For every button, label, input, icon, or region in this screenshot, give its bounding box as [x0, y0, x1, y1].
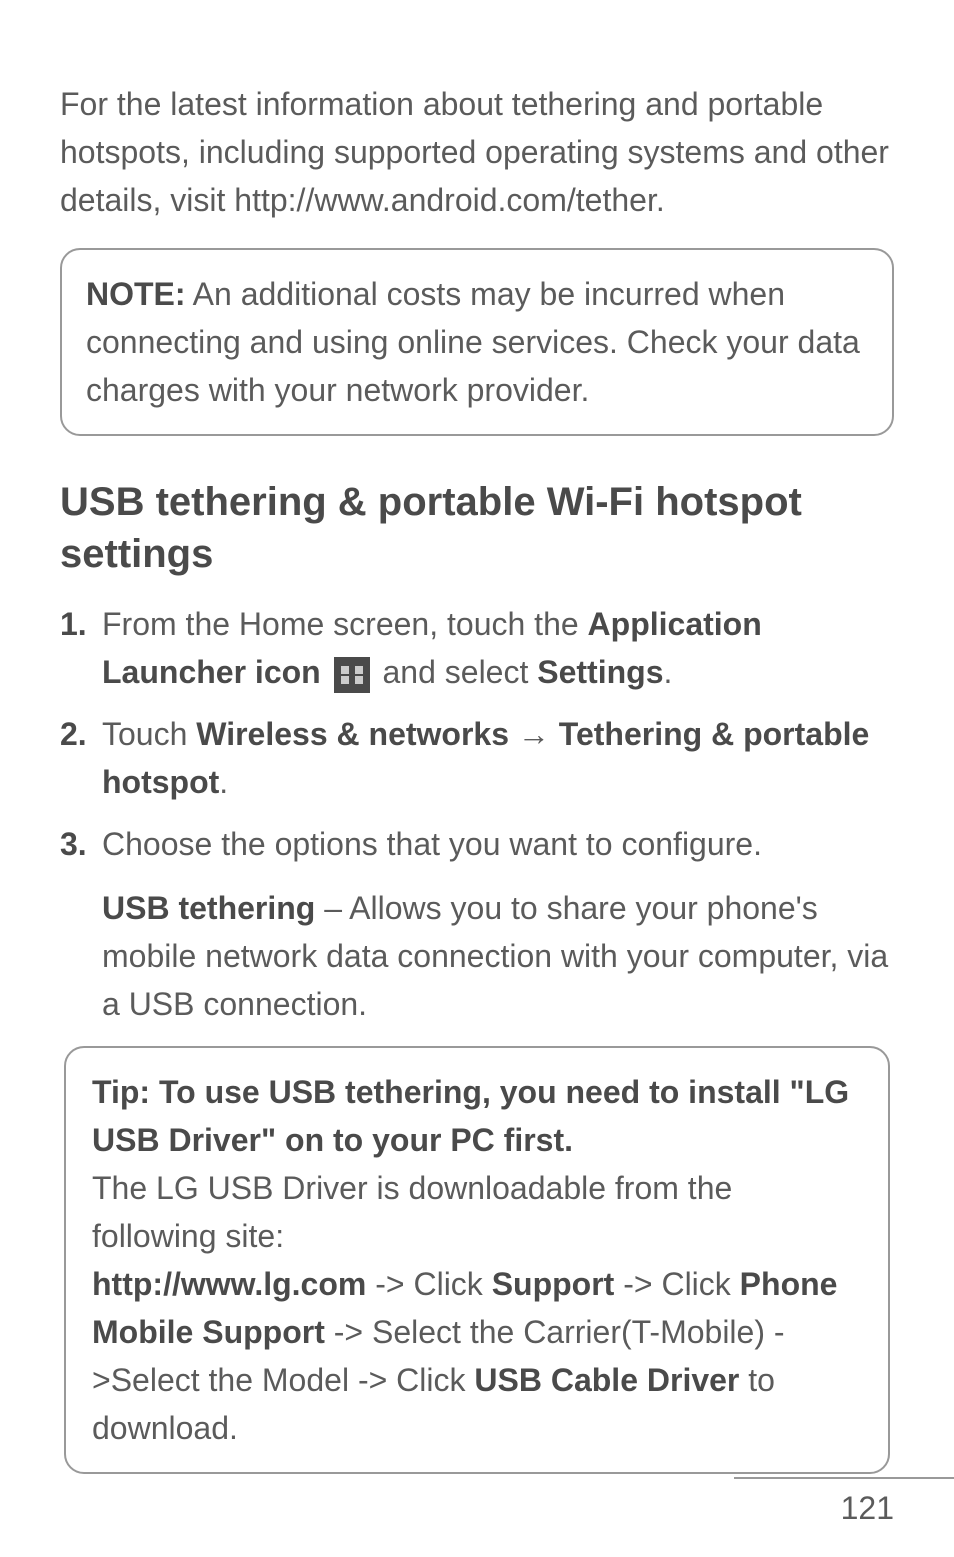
tip-t2: -> Click [614, 1266, 739, 1302]
tip-b3: USB Cable Driver [474, 1362, 739, 1398]
tip-instructions: http://www.lg.com -> Click Support -> Cl… [92, 1260, 862, 1452]
step-1-mid: and select [374, 654, 538, 690]
step-1-post: . [663, 654, 672, 690]
step-3: Choose the options that you want to conf… [60, 820, 894, 1028]
step-2-pre: Touch [102, 716, 196, 752]
page-number: 121 [841, 1490, 894, 1527]
step-3-sub-bold: USB tethering [102, 890, 315, 926]
step-1-bold2: Settings [537, 654, 663, 690]
page-divider [734, 1477, 954, 1479]
step-3-line1: Choose the options that you want to conf… [102, 826, 762, 862]
intro-paragraph: For the latest information about tetheri… [60, 80, 894, 224]
step-3-sub: USB tethering – Allows you to share your… [102, 884, 894, 1028]
step-2-post: . [219, 764, 228, 800]
step-2-arrow: → [509, 716, 559, 752]
tip-title: Tip: To use USB tethering, you need to i… [92, 1068, 862, 1164]
tip-line2: The LG USB Driver is downloadable from t… [92, 1164, 862, 1260]
step-2: Touch Wireless & networks → Tethering & … [60, 710, 894, 806]
step-1: From the Home screen, touch the Applicat… [60, 600, 894, 696]
note-label: NOTE: [86, 276, 186, 312]
tip-box: Tip: To use USB tethering, you need to i… [64, 1046, 890, 1474]
step-2-bold1: Wireless & networks [196, 716, 509, 752]
note-box: NOTE: An additional costs may be incurre… [60, 248, 894, 436]
app-launcher-icon [334, 657, 370, 693]
tip-t1: -> Click [366, 1266, 491, 1302]
step-1-pre: From the Home screen, touch the [102, 606, 588, 642]
tip-url: http://www.lg.com [92, 1266, 366, 1302]
steps-list: From the Home screen, touch the Applicat… [60, 600, 894, 1028]
tip-b1: Support [492, 1266, 615, 1302]
section-heading: USB tethering & portable Wi-Fi hotspot s… [60, 476, 894, 580]
note-text: An additional costs may be incurred when… [86, 276, 860, 408]
